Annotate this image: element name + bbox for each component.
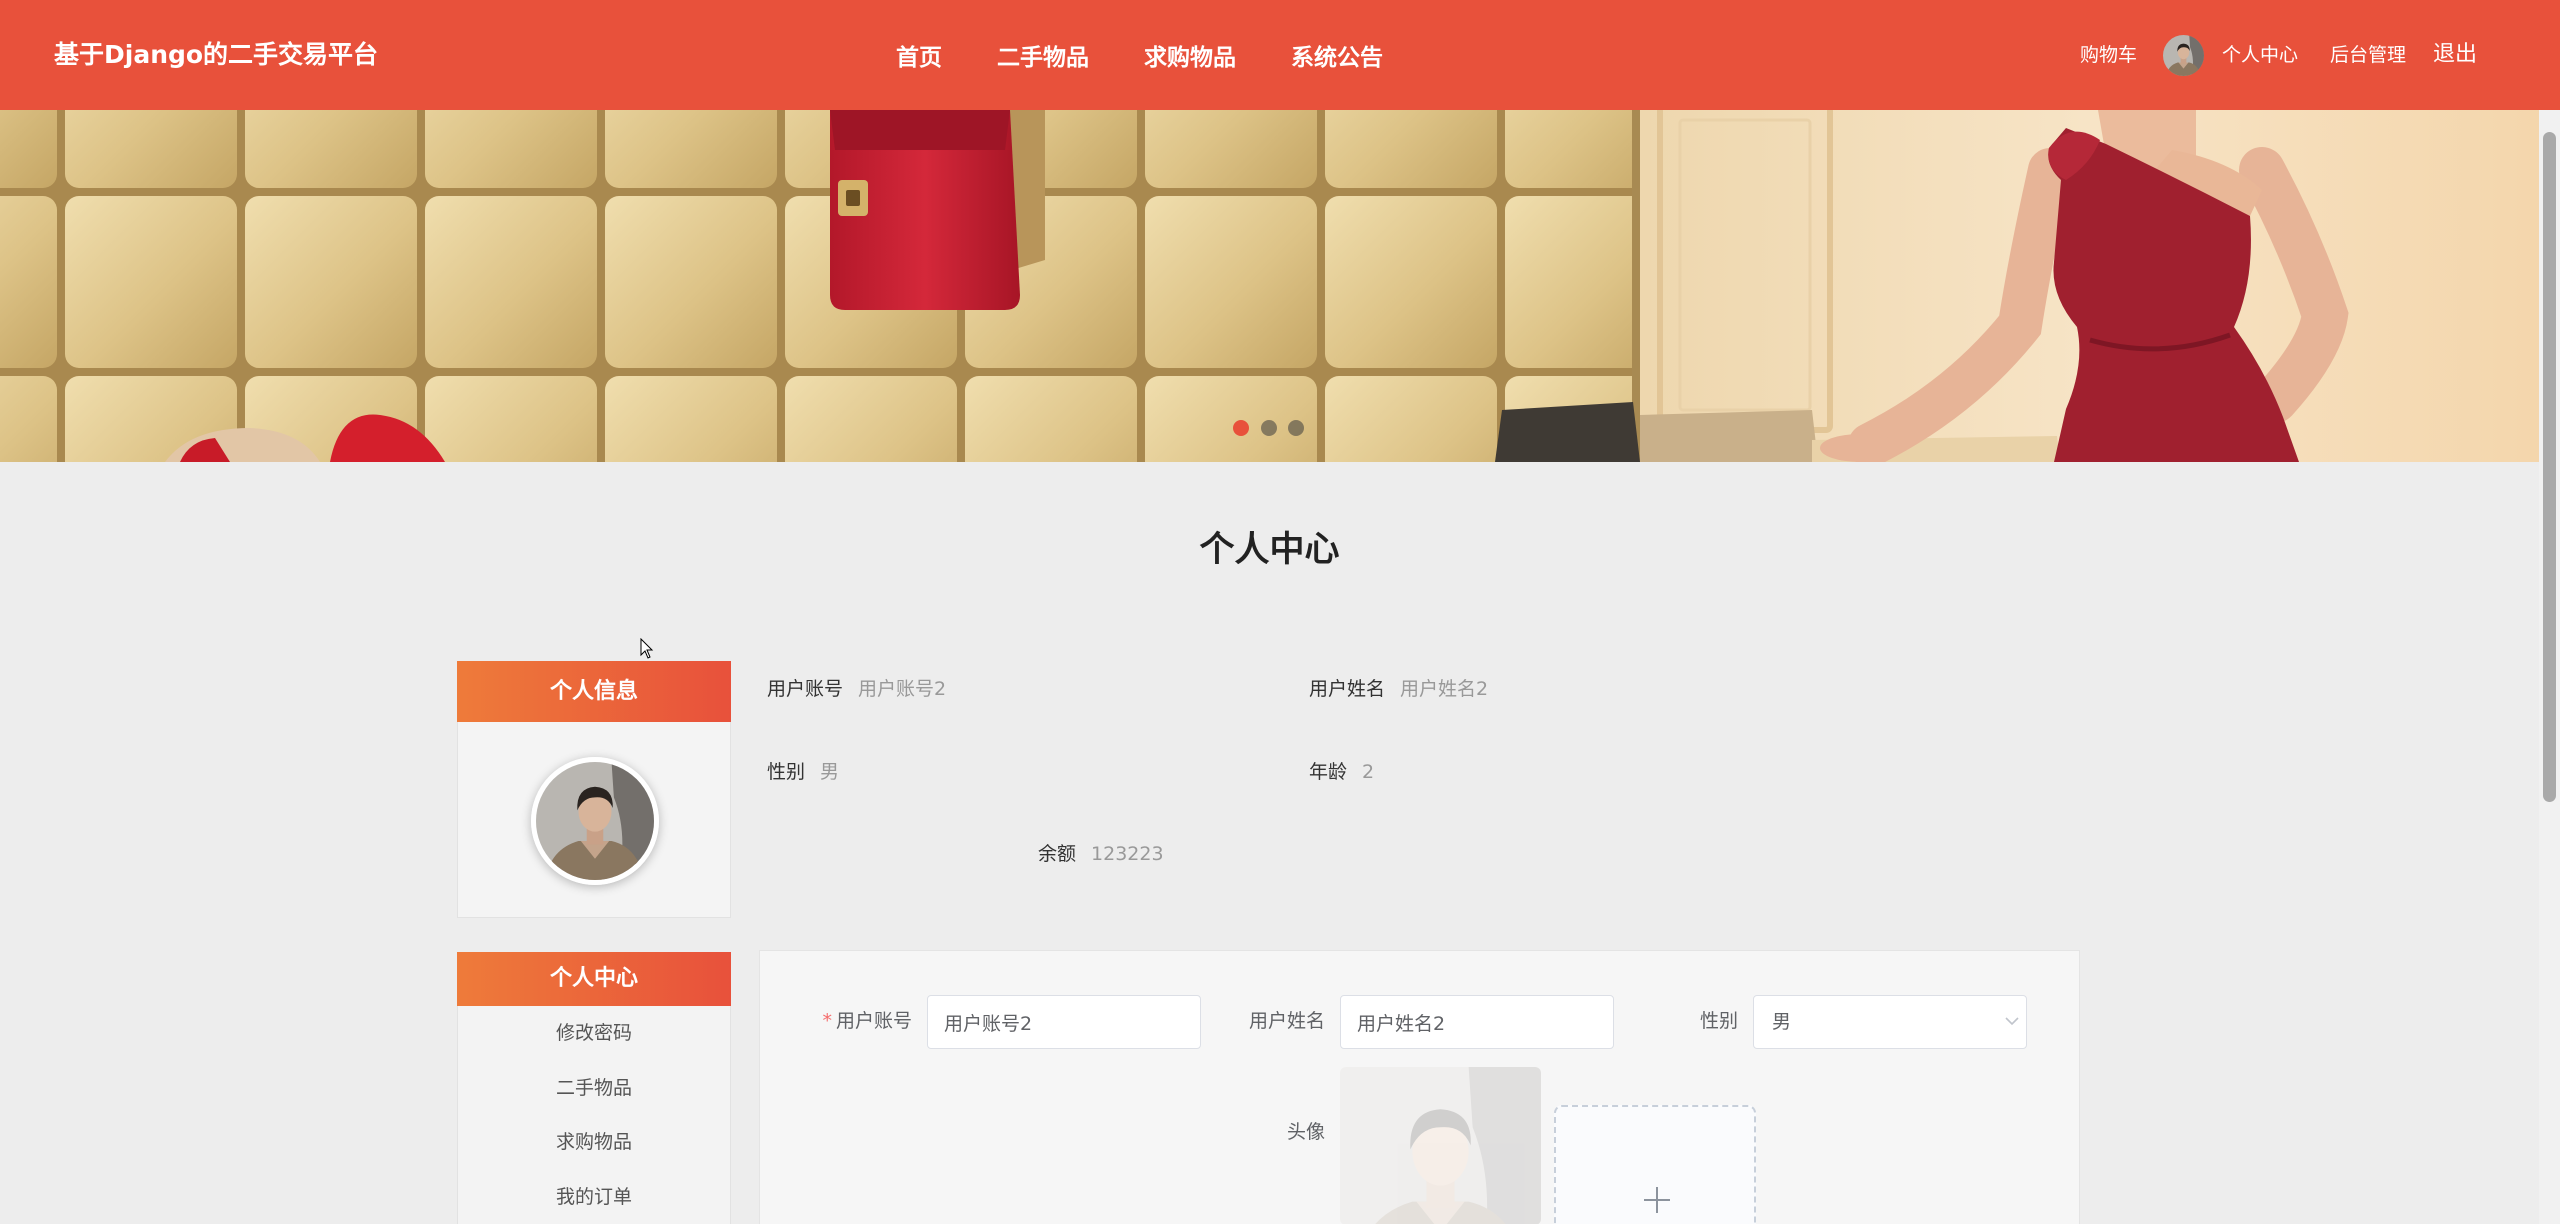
- admin-link[interactable]: 后台管理: [2330, 0, 2406, 110]
- user-center-menu: 个人中心 修改密码 二手物品 求购物品 我的订单: [457, 952, 731, 1224]
- avatar-preview[interactable]: [1340, 1067, 1541, 1224]
- personal-info-header: 个人信息: [457, 661, 731, 722]
- main-nav: 首页 二手物品 求购物品 系统公告: [896, 0, 1383, 110]
- wall-tile: [1145, 110, 1317, 188]
- avatar-upload-button[interactable]: [1554, 1105, 1756, 1224]
- wall-tile: [1325, 110, 1497, 188]
- menu-item-my-orders[interactable]: 我的订单: [458, 1170, 730, 1224]
- info-name-value: 用户姓名2: [1400, 678, 1489, 700]
- avatar-preview-image: [1340, 1067, 1541, 1224]
- wall-tile: [0, 110, 57, 188]
- avatar-field-label: 头像: [1286, 1121, 1325, 1143]
- wall-tile: [0, 376, 57, 462]
- mouse-cursor-icon: [640, 638, 654, 659]
- dark-box: [1495, 402, 1640, 462]
- info-account-label: 用户账号: [767, 678, 844, 700]
- avatar-panel: [457, 722, 731, 918]
- avatar-photo-icon: [536, 762, 654, 880]
- carousel-dot[interactable]: [1260, 420, 1277, 436]
- wall-tile: [605, 110, 777, 188]
- gender-field-label: 性别: [1699, 1010, 1738, 1032]
- wall-tile: [965, 376, 1137, 462]
- wall-tile: [0, 196, 57, 368]
- plus-icon: [1644, 1187, 1670, 1213]
- info-gender: 性别 男: [767, 757, 839, 787]
- info-gender-value: 男: [820, 761, 840, 783]
- banner-carousel[interactable]: [0, 110, 2539, 462]
- info-age-label: 年龄: [1309, 761, 1348, 783]
- info-balance: 余额 123223: [1038, 839, 1164, 869]
- menu-list: 修改密码 二手物品 求购物品 我的订单: [457, 1006, 731, 1224]
- wall-tile: [65, 110, 237, 188]
- account-label-text: 用户账号: [835, 1010, 912, 1032]
- header-avatar-icon[interactable]: [2163, 35, 2204, 76]
- nav-announcements[interactable]: 系统公告: [1291, 38, 1383, 72]
- info-gender-label: 性别: [767, 761, 806, 783]
- info-name: 用户姓名 用户姓名2: [1309, 674, 1488, 704]
- wall-tile: [245, 196, 417, 368]
- profile-link[interactable]: 个人中心: [2222, 0, 2298, 110]
- carousel-dot[interactable]: [1288, 420, 1304, 436]
- scrollbar-thumb[interactable]: [2543, 132, 2556, 802]
- nav-home[interactable]: 首页: [896, 38, 942, 72]
- info-balance-value: 123223: [1091, 843, 1164, 865]
- info-age-value: 2: [1362, 761, 1375, 783]
- woman-hand: [1820, 434, 1900, 462]
- top-header: 基于Django的二手交易平台 首页 二手物品 求购物品 系统公告 购物车 个人…: [0, 0, 2560, 110]
- name-input[interactable]: [1340, 995, 1614, 1049]
- required-mark: *: [822, 1010, 832, 1032]
- wall-tile: [1325, 376, 1497, 462]
- info-name-label: 用户姓名: [1309, 678, 1386, 700]
- banner-image: [0, 110, 2539, 462]
- profile-edit-form: *用户账号 用户姓名 性别 男 头像: [759, 950, 2080, 1224]
- logout-link[interactable]: 退出: [2433, 0, 2477, 110]
- wall-tile: [1145, 376, 1317, 462]
- wall-tile: [425, 110, 597, 188]
- chevron-down-icon: [2005, 1017, 2019, 1026]
- account-input[interactable]: [927, 995, 1201, 1049]
- handbag-flap: [830, 110, 1010, 150]
- wall-tile: [65, 196, 237, 368]
- user-center-menu-header[interactable]: 个人中心: [457, 952, 731, 1006]
- carousel-dot[interactable]: [1233, 420, 1249, 436]
- gender-select[interactable]: 男: [1753, 995, 2027, 1049]
- wall-tile: [605, 376, 777, 462]
- gender-select-value: 男: [1772, 1011, 1792, 1033]
- info-account: 用户账号 用户账号2: [767, 674, 946, 704]
- menu-item-wanted-items[interactable]: 求购物品: [458, 1115, 730, 1170]
- menu-item-change-password[interactable]: 修改密码: [458, 1006, 730, 1061]
- user-avatar: [531, 757, 659, 885]
- cart-link[interactable]: 购物车: [2080, 0, 2137, 110]
- wall-tile: [605, 196, 777, 368]
- info-account-value: 用户账号2: [858, 678, 947, 700]
- info-balance-label: 余额: [1038, 843, 1077, 865]
- menu-item-second-hand-items[interactable]: 二手物品: [458, 1061, 730, 1116]
- nav-second-hand-items[interactable]: 二手物品: [997, 38, 1089, 72]
- wall-tile: [245, 110, 417, 188]
- site-title[interactable]: 基于Django的二手交易平台: [54, 0, 378, 110]
- nav-wanted-items[interactable]: 求购物品: [1144, 38, 1236, 72]
- info-age: 年龄 2: [1309, 757, 1374, 787]
- name-field-label: 用户姓名: [1248, 1010, 1325, 1032]
- page-title: 个人中心: [1199, 530, 1340, 570]
- account-field-label: * 用户账号: [760, 1006, 912, 1036]
- wall-tile: [1145, 196, 1317, 368]
- carousel-dots: [1233, 420, 1304, 436]
- wall-tile: [425, 196, 597, 368]
- cardboard-box: [1640, 410, 1818, 462]
- scrollbar-track[interactable]: [2539, 110, 2560, 1224]
- wall-tile: [1325, 196, 1497, 368]
- wall-tile: [785, 376, 957, 462]
- wall-tile: [425, 376, 597, 462]
- avatar-photo-icon: [2163, 35, 2204, 76]
- personal-info-card: 个人信息: [457, 661, 731, 918]
- handbag-clasp-inner: [846, 190, 860, 206]
